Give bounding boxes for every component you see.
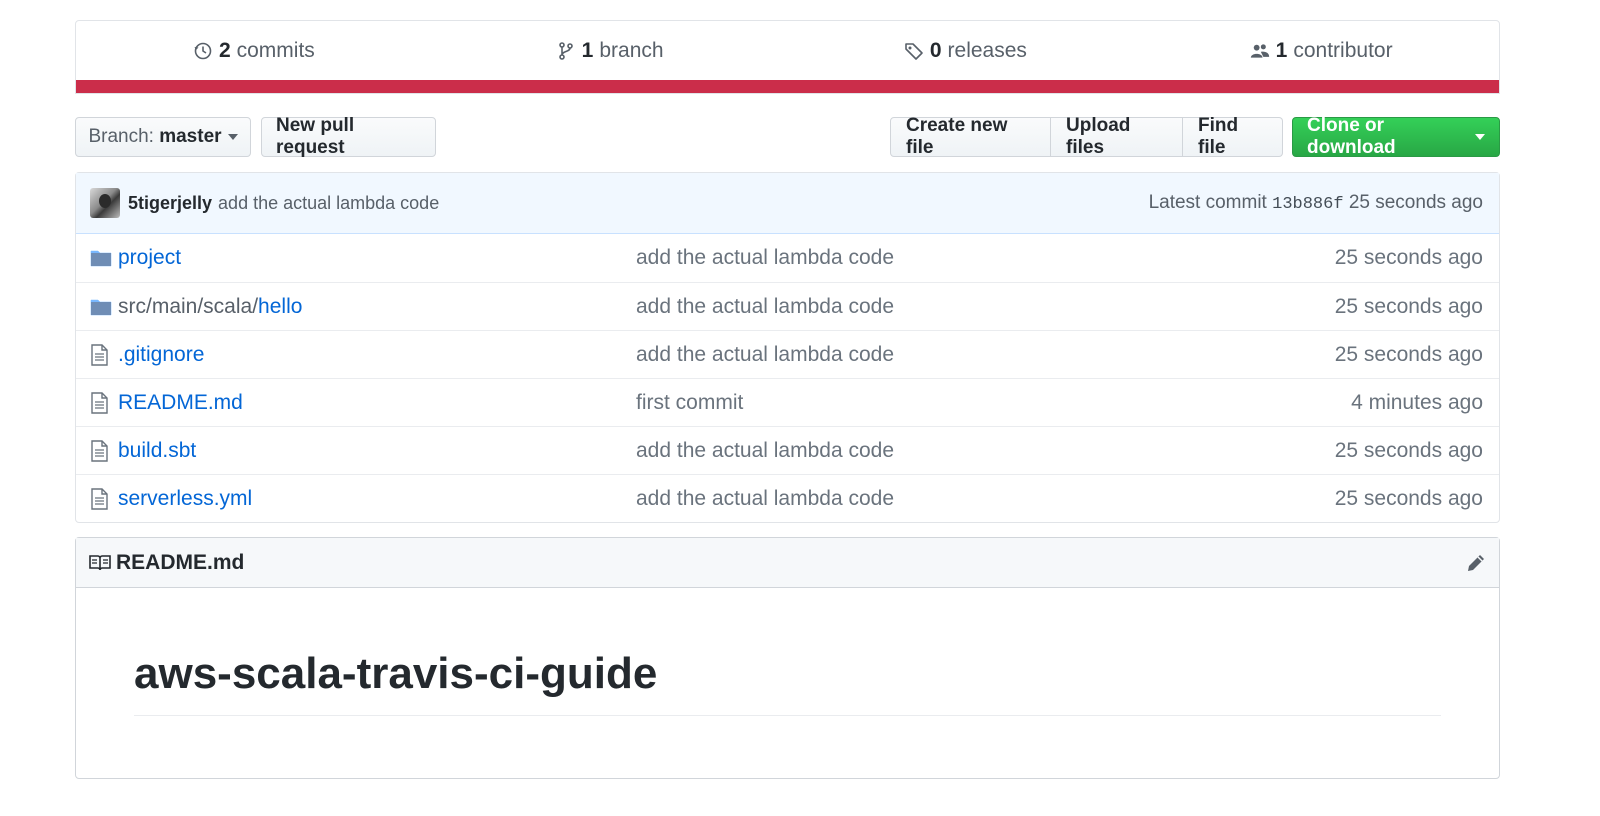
file-name: project — [118, 246, 182, 269]
upload-files-button[interactable]: Upload files — [1051, 115, 1183, 158]
file-commit-message-link[interactable]: add the actual lambda code — [636, 343, 1335, 367]
releases-count: 0 — [929, 39, 942, 62]
file-name-link[interactable]: serverless.yml — [118, 487, 636, 511]
file-icon — [90, 391, 112, 414]
file-path-prefix: src/main/scala/ — [118, 294, 259, 318]
contributors-link[interactable]: 1 contributor — [1143, 39, 1499, 63]
file-name-link[interactable]: .gitignore — [118, 343, 636, 367]
latest-commit-bar: 5tigerjelly add the actual lambda code L… — [76, 173, 1499, 234]
file-name-link[interactable]: README.md — [118, 391, 636, 415]
create-new-file-button[interactable]: Create new file — [890, 115, 1051, 158]
table-row[interactable]: build.sbt add the actual lambda code 25 se… — [76, 426, 1499, 474]
file-rows: project add the actual lambda code 25 seco… — [76, 234, 1499, 522]
tag-icon — [905, 43, 923, 60]
readme-panel: README.md aws-scala-travis-ci-guide — [75, 537, 1500, 779]
table-row[interactable]: serverless.yml add the actual lambda code… — [76, 474, 1499, 522]
contributors-count: 1 — [1275, 39, 1288, 62]
file-icon — [90, 343, 112, 366]
avatar[interactable] — [90, 188, 120, 218]
commit-author-link[interactable]: 5tigerjelly — [128, 193, 212, 214]
table-row[interactable]: src/main/scala/hello add the actual lambd… — [76, 282, 1499, 330]
clone-label: Clone or download — [1307, 115, 1396, 158]
history-icon — [194, 42, 212, 60]
file-commit-message-link[interactable]: add the actual lambda code — [636, 295, 1335, 319]
repo-summary: 2 commits 1 branch 0 releases 1 contribu… — [75, 20, 1500, 94]
find-file-button[interactable]: Find file — [1183, 115, 1283, 158]
branches-link[interactable]: 1 branch — [432, 39, 788, 63]
people-icon — [1250, 44, 1269, 58]
readme-heading: aws-scala-travis-ci-guide — [134, 648, 1441, 716]
commit-message-link[interactable]: add the actual lambda code — [218, 193, 439, 214]
file-commit-message-link[interactable]: add the actual lambda code — [636, 439, 1335, 463]
commits-count: 2 — [218, 39, 231, 62]
releases-label: releases — [947, 39, 1027, 62]
branch-prefix: Branch: — [88, 126, 154, 147]
language-bar[interactable] — [76, 80, 1499, 93]
file-age: 25 seconds ago — [1334, 342, 1483, 366]
branches-label: branch — [599, 39, 664, 62]
file-table: 5tigerjelly add the actual lambda code L… — [75, 172, 1500, 523]
branches-count: 1 — [581, 39, 594, 62]
clone-or-download-button[interactable]: Clone or download — [1292, 115, 1500, 158]
file-name-link[interactable]: src/main/scala/hello — [118, 295, 636, 319]
chevron-down-icon — [227, 134, 238, 140]
branch-name: master — [159, 126, 222, 147]
new-pull-request-button[interactable]: New pull request — [261, 115, 436, 158]
pencil-icon[interactable] — [1465, 552, 1487, 574]
file-icon — [90, 487, 112, 510]
commit-sha-link[interactable]: 13b886f — [1272, 195, 1343, 214]
latest-commit-info: Latest commit 13b886f 25 seconds ago — [1149, 192, 1483, 214]
branch-select-button[interactable]: Branch: master — [75, 117, 251, 157]
file-commit-message-link[interactable]: add the actual lambda code — [636, 487, 1335, 511]
folder-icon — [90, 296, 112, 318]
table-row[interactable]: .gitignore add the actual lambda code 25 s… — [76, 330, 1499, 378]
file-commit-message-link[interactable]: add the actual lambda code — [636, 246, 1335, 270]
file-name: serverless.yml — [118, 486, 253, 510]
file-age: 25 seconds ago — [1334, 246, 1483, 269]
file-name: README.md — [118, 390, 243, 414]
table-row[interactable]: README.md first commit 4 minutes ago — [76, 378, 1499, 426]
file-name: build.sbt — [118, 438, 197, 462]
commits-label: commits — [236, 39, 315, 62]
file-name: hello — [258, 294, 303, 318]
readme-header: README.md — [76, 538, 1499, 588]
contributors-label: contributor — [1293, 39, 1393, 62]
file-age: 25 seconds ago — [1334, 486, 1483, 510]
file-actions-group: Create new file Upload files Find file — [890, 115, 1283, 158]
file-icon — [90, 439, 112, 462]
readme-body: aws-scala-travis-ci-guide — [76, 588, 1499, 716]
book-icon — [89, 554, 111, 570]
latest-commit-label: Latest commit — [1148, 192, 1267, 213]
file-name: .gitignore — [118, 342, 205, 366]
file-age: 25 seconds ago — [1334, 294, 1483, 318]
folder-icon — [90, 247, 112, 269]
releases-link[interactable]: 0 releases — [788, 39, 1144, 63]
commits-link[interactable]: 2 commits — [76, 39, 432, 63]
chevron-down-icon — [1475, 134, 1485, 140]
table-row[interactable]: project add the actual lambda code 25 seco… — [76, 234, 1499, 282]
file-name-link[interactable]: build.sbt — [118, 439, 636, 463]
branch-icon — [558, 42, 573, 60]
file-name-link[interactable]: project — [118, 246, 636, 270]
file-age: 4 minutes ago — [1351, 390, 1483, 414]
file-commit-message-link[interactable]: first commit — [636, 391, 1351, 415]
commit-age: 25 seconds ago — [1348, 192, 1483, 213]
readme-filename: README.md — [116, 550, 245, 574]
file-age: 25 seconds ago — [1334, 438, 1483, 462]
